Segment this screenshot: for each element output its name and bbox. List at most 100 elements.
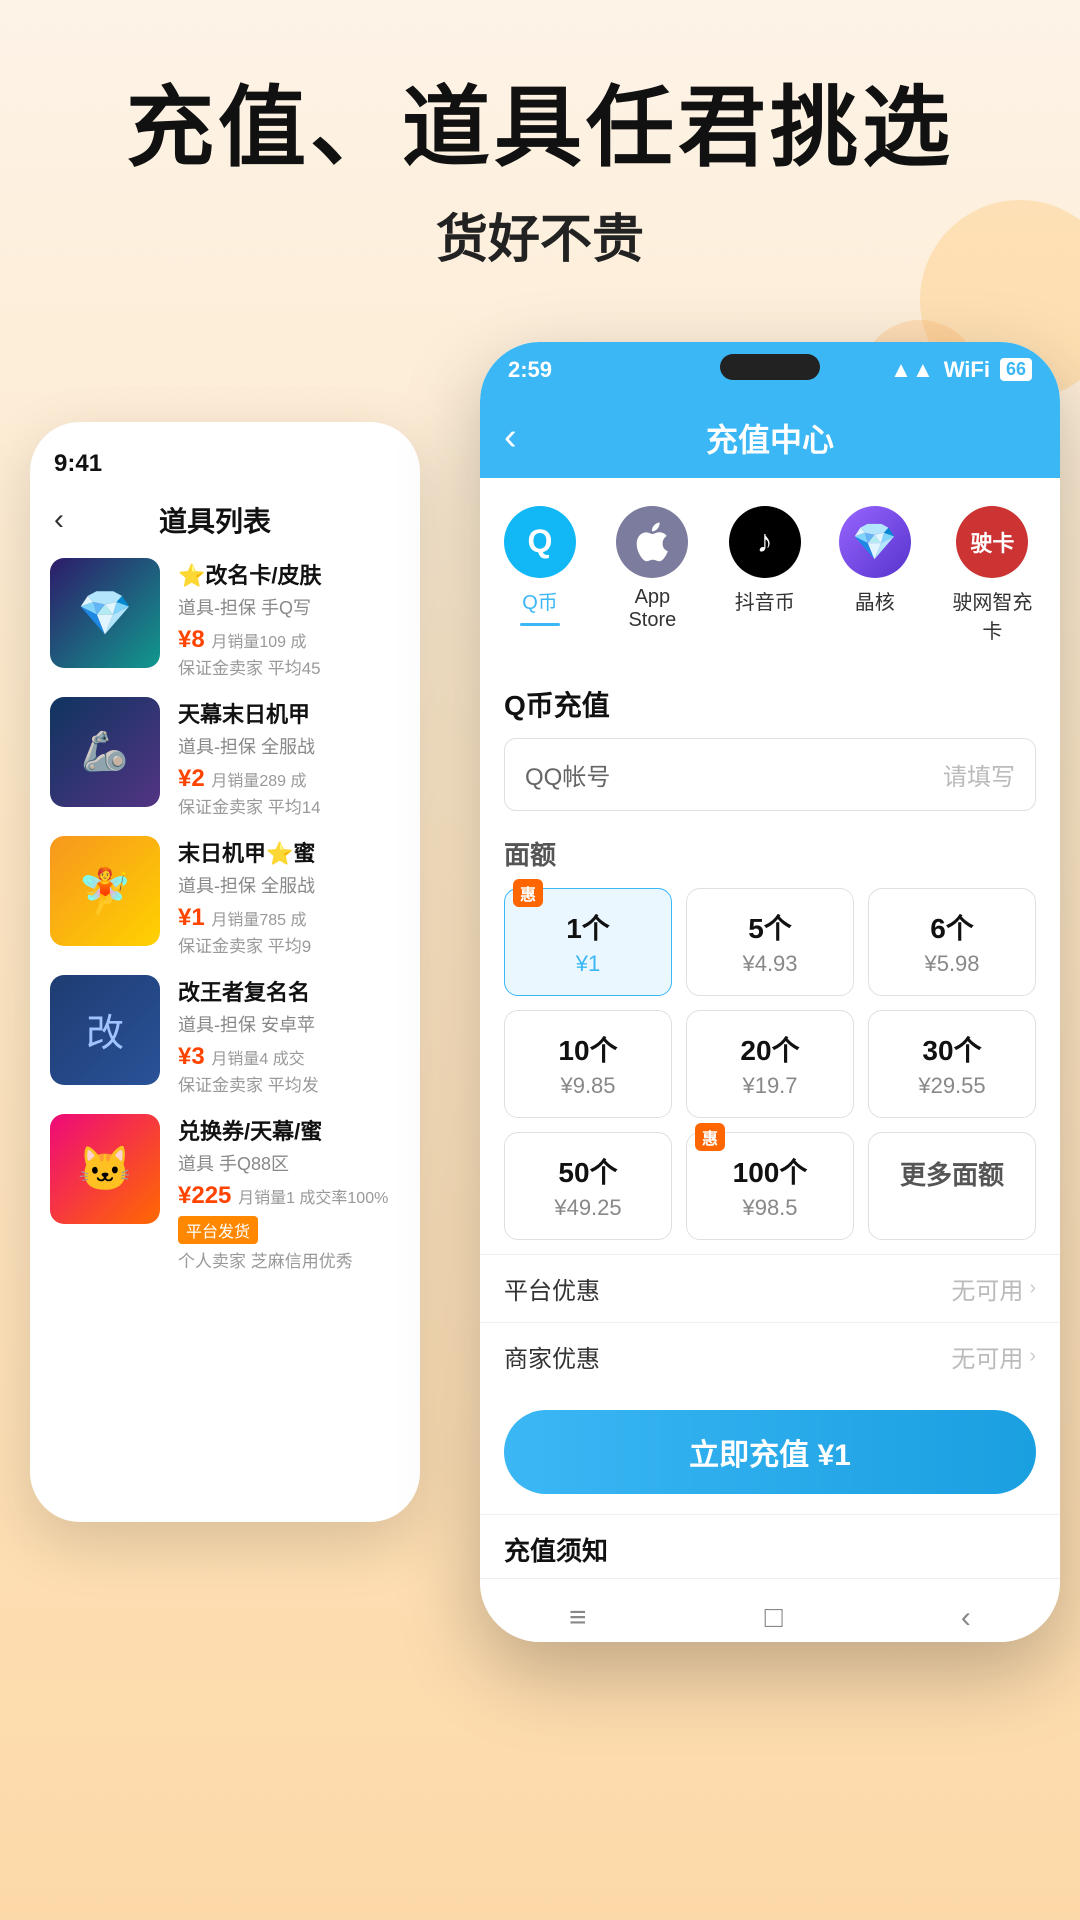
denom-item-6[interactable]: 6个 ¥5.98	[868, 888, 1036, 996]
front-status-time: 2:59	[508, 357, 552, 383]
item-name: 末日机甲⭐蜜	[178, 836, 400, 868]
item-image: 🧚	[50, 836, 160, 946]
front-status-icons: ▲▲ WiFi 66	[890, 357, 1032, 383]
tiktok-icon: ♪	[729, 506, 801, 578]
bottom-nav-home[interactable]: □	[765, 1601, 783, 1635]
denom-price: ¥49.25	[515, 1195, 661, 1221]
denom-price: ¥98.5	[697, 1195, 843, 1221]
denom-qty: 10个	[515, 1029, 661, 1069]
denom-qty: 30个	[879, 1029, 1025, 1069]
denom-item-5[interactable]: 5个 ¥4.93	[686, 888, 854, 996]
back-phone-status: 9:41	[30, 422, 420, 490]
item-name: 改王者复名名	[178, 975, 400, 1007]
front-back-btn[interactable]: ‹	[504, 416, 517, 459]
bottom-nav: ≡ □ ‹	[480, 1578, 1060, 1642]
item-price: ¥225 月销量1 成交率100%	[178, 1182, 400, 1210]
item-info: ⭐改名卡/皮肤 道具-担保 手Q写 ¥8 月销量109 成 保证金卖家 平均45	[178, 558, 400, 679]
denom-item-1[interactable]: 惠 1个 ¥1	[504, 888, 672, 996]
platform-discount-label: 平台优惠	[504, 1271, 600, 1306]
account-placeholder: 请填写	[943, 757, 1015, 792]
category-item-appstore[interactable]: App Store	[610, 506, 695, 644]
item-seller: 保证金卖家 平均45	[178, 654, 400, 679]
bottom-nav-menu[interactable]: ≡	[569, 1601, 587, 1635]
list-item[interactable]: 改 改王者复名名 道具-担保 安卓苹 ¥3 月销量4 成交 保证金卖家 平均发	[50, 975, 400, 1096]
back-phone-back-btn[interactable]: ‹	[54, 503, 64, 537]
junka-icon: 驶卡	[956, 506, 1028, 578]
qq-icon: Q	[504, 506, 576, 578]
battery-icon: 66	[1000, 358, 1032, 381]
merchant-discount-row[interactable]: 商家优惠 无可用 ›	[480, 1322, 1060, 1390]
item-name: 兑换券/天幕/蜜	[178, 1114, 400, 1146]
charge-button[interactable]: 立即充值 ¥1	[504, 1410, 1036, 1494]
denom-item-20[interactable]: 20个 ¥19.7	[686, 1010, 854, 1118]
category-item-junka[interactable]: 驶卡 驶网智充卡	[945, 506, 1040, 644]
crystal-icon: 💎	[839, 506, 911, 578]
item-info: 兑换券/天幕/蜜 道具 手Q88区 ¥225 月销量1 成交率100% 平台发货…	[178, 1114, 400, 1272]
item-image: 🦾	[50, 697, 160, 807]
denom-price: ¥19.7	[697, 1073, 843, 1099]
item-info: 改王者复名名 道具-担保 安卓苹 ¥3 月销量4 成交 保证金卖家 平均发	[178, 975, 400, 1096]
hui-badge: 惠	[695, 1123, 725, 1151]
denom-qty: 50个	[515, 1151, 661, 1191]
item-desc: 道具-担保 全服战	[178, 872, 400, 898]
cat-label-appstore: App Store	[610, 586, 695, 632]
category-bar: Q Q币 App Store ♪	[480, 478, 1060, 664]
item-seller: 保证金卖家 平均14	[178, 793, 400, 818]
denom-item-100[interactable]: 惠 100个 ¥98.5	[686, 1132, 854, 1240]
item-image: 💎	[50, 558, 160, 668]
back-phone: 9:41 ‹ 道具列表 💎 ⭐改名卡/皮肤 道具-担保 手Q写 ¥8 月销量10…	[30, 422, 420, 1522]
denom-item-50[interactable]: 50个 ¥49.25	[504, 1132, 672, 1240]
back-phone-nav: ‹ 道具列表	[30, 490, 420, 558]
account-label: QQ帐号	[525, 757, 943, 792]
list-item[interactable]: 🧚 末日机甲⭐蜜 道具-担保 全服战 ¥1 月销量785 成 保证金卖家 平均9	[50, 836, 400, 957]
denom-qty: 20个	[697, 1029, 843, 1069]
category-item-crystal[interactable]: 💎 晶核	[835, 506, 915, 644]
denom-item-10[interactable]: 10个 ¥9.85	[504, 1010, 672, 1118]
list-item[interactable]: 🦾 天幕末日机甲 道具-担保 全服战 ¥2 月销量289 成 保证金卖家 平均1…	[50, 697, 400, 818]
platform-discount-row[interactable]: 平台优惠 无可用 ›	[480, 1254, 1060, 1322]
item-price: ¥8 月销量109 成	[178, 626, 400, 654]
back-phone-nav-title: 道具列表	[159, 500, 271, 540]
item-price: ¥3 月销量4 成交	[178, 1043, 400, 1071]
merchant-discount-value: 无可用 ›	[951, 1339, 1036, 1374]
item-desc: 道具-担保 手Q写	[178, 594, 400, 620]
bottom-nav-back[interactable]: ‹	[961, 1601, 971, 1635]
section-title: Q币充值	[480, 664, 1060, 738]
denom-item-more[interactable]: 更多面额	[868, 1132, 1036, 1240]
cat-label-qq: Q币	[522, 586, 558, 615]
chevron-right-icon: ›	[1029, 1277, 1036, 1300]
item-name: ⭐改名卡/皮肤	[178, 558, 400, 590]
denom-price: ¥1	[515, 951, 661, 977]
category-item-tiktok[interactable]: ♪ 抖音币	[725, 506, 805, 644]
front-notch	[720, 354, 820, 380]
front-phone-inner: 2:59 ▲▲ WiFi 66 ‹ 充值中心 Q Q币	[480, 342, 1060, 1642]
cat-label-crystal: 晶核	[855, 586, 895, 615]
item-seller: 保证金卖家 平均发	[178, 1071, 400, 1096]
cat-label-junka: 驶网智充卡	[945, 586, 1040, 644]
item-list: 💎 ⭐改名卡/皮肤 道具-担保 手Q写 ¥8 月销量109 成 保证金卖家 平均…	[30, 558, 420, 1272]
denom-price: ¥9.85	[515, 1073, 661, 1099]
list-item[interactable]: 🐱 兑换券/天幕/蜜 道具 手Q88区 ¥225 月销量1 成交率100% 平台…	[50, 1114, 400, 1272]
denom-price: ¥29.55	[879, 1073, 1025, 1099]
item-info: 末日机甲⭐蜜 道具-担保 全服战 ¥1 月销量785 成 保证金卖家 平均9	[178, 836, 400, 957]
item-desc: 道具 手Q88区	[178, 1150, 400, 1176]
platform-discount-value: 无可用 ›	[951, 1271, 1036, 1306]
item-desc: 道具-担保 安卓苹	[178, 1011, 400, 1037]
denom-item-30[interactable]: 30个 ¥29.55	[868, 1010, 1036, 1118]
charge-button-label: 立即充值 ¥1	[689, 1430, 851, 1474]
item-info: 天幕末日机甲 道具-担保 全服战 ¥2 月销量289 成 保证金卖家 平均14	[178, 697, 400, 818]
wifi-icon: WiFi	[944, 357, 990, 383]
account-row[interactable]: QQ帐号 请填写	[504, 738, 1036, 811]
denom-qty: 6个	[879, 907, 1025, 947]
item-name: 天幕末日机甲	[178, 697, 400, 729]
item-price: ¥2 月销量289 成	[178, 765, 400, 793]
front-phone: 2:59 ▲▲ WiFi 66 ‹ 充值中心 Q Q币	[480, 342, 1060, 1642]
hero-section: 充值、道具任君挑选 货好不贵	[0, 0, 1080, 312]
back-phone-time: 9:41	[54, 450, 102, 477]
item-seller: 个人卖家 芝麻信用优秀	[178, 1247, 400, 1272]
category-item-qb[interactable]: Q Q币	[500, 506, 580, 644]
denomination-grid: 惠 1个 ¥1 5个 ¥4.93 6个 ¥5.98 10个 ¥9.85	[480, 888, 1060, 1254]
list-item[interactable]: 💎 ⭐改名卡/皮肤 道具-担保 手Q写 ¥8 月销量109 成 保证金卖家 平均…	[50, 558, 400, 679]
notice-title: 充值须知	[480, 1514, 1060, 1578]
item-image: 改	[50, 975, 160, 1085]
